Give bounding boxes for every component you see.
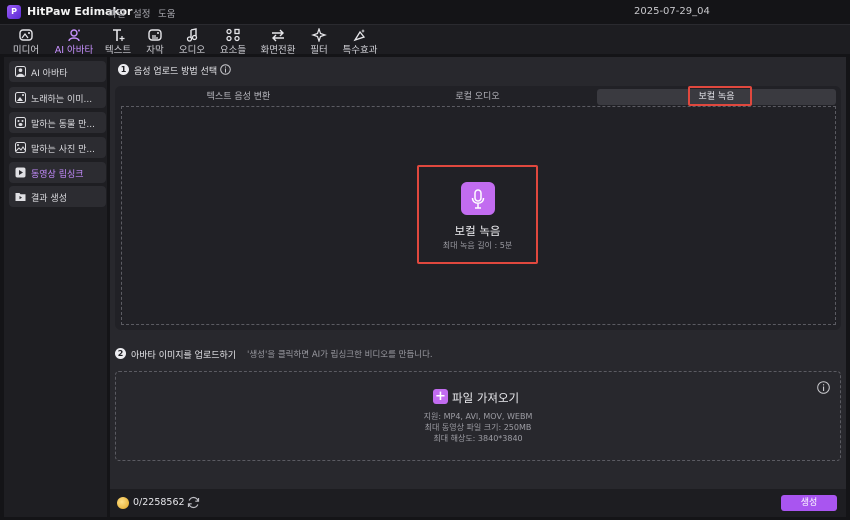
record-title: 보컬 녹음 xyxy=(454,224,501,238)
sidebar-item-label: 동영상 립싱크 xyxy=(31,170,84,180)
tab-effects-label: 특수효과 xyxy=(342,45,378,56)
step-2-title: 아바타 이미지를 업로드하기 xyxy=(131,351,237,361)
coin-icon xyxy=(117,497,129,509)
sidebar-item-label: AI 아바타 xyxy=(31,69,68,79)
sidebar-item-results[interactable]: 결과 생성 xyxy=(9,186,106,207)
talking-photo-icon xyxy=(15,142,26,153)
sidebar-item-ai-avatar[interactable]: AI 아바타 xyxy=(9,61,106,82)
elements-icon xyxy=(226,28,240,42)
project-name: 2025-07-29_04 xyxy=(634,6,710,17)
generate-button[interactable]: 생성 xyxy=(781,495,837,511)
sidebar-item-label: 말하는 사진 만... xyxy=(31,145,95,155)
media-icon xyxy=(19,29,33,41)
tab-media[interactable]: 미디어 xyxy=(2,25,50,56)
highlight-box xyxy=(688,86,752,106)
result-folder-icon xyxy=(15,193,26,201)
sidebar-item-label: 노래하는 이미... xyxy=(31,95,93,105)
audio-icon xyxy=(186,28,198,42)
sidebar-item-video-lipsync[interactable]: 동영상 립싱크 xyxy=(9,162,106,183)
ai-avatar-icon xyxy=(68,29,80,42)
tool-tabs: 미디어 AI 아바타 텍스트 자막 오디오 요소들 화면전환 필터 특수효과 xyxy=(0,24,850,56)
sidebar-item-talking-animal[interactable]: 말하는 동물 만... xyxy=(9,112,106,133)
record-button[interactable] xyxy=(461,182,495,215)
singing-image-icon xyxy=(15,92,26,103)
tab-ai-avatar-label: AI 아바타 xyxy=(54,45,94,56)
transition-icon xyxy=(272,29,284,42)
import-file-label[interactable]: 파일 가져오기 xyxy=(452,390,519,406)
bottom-bar xyxy=(110,489,846,517)
info-icon[interactable] xyxy=(220,64,231,75)
text-icon xyxy=(113,29,125,41)
tab-elements[interactable]: 요소들 xyxy=(209,25,257,56)
tab-text-to-speech[interactable]: 텍스트 음성 변환 xyxy=(120,89,357,105)
tab-media-label: 미디어 xyxy=(12,45,40,56)
microphone-icon xyxy=(471,189,485,209)
effects-icon xyxy=(353,29,366,42)
max-resolution: 최대 해상도: 3840*3840 xyxy=(433,434,523,443)
sidebar-item-label: 말하는 동물 만... xyxy=(31,120,95,130)
tab-effects[interactable]: 특수효과 xyxy=(335,25,385,56)
sidebar-item-singing-image[interactable]: 노래하는 이미... xyxy=(9,87,106,108)
sidebar-item-label: 결과 생성 xyxy=(31,194,67,204)
step-2-number: 2 xyxy=(115,348,126,359)
menu-file[interactable]: 파일 xyxy=(108,6,125,20)
step-2-hint: '생성'을 클릭하면 AI가 립싱크한 비디오를 만듭니다. xyxy=(247,350,433,360)
step-1-title: 음성 업로드 방법 선택 xyxy=(134,67,218,77)
menu-settings[interactable]: 설정 xyxy=(133,6,150,20)
filter-icon xyxy=(311,28,327,42)
max-file-size: 최대 동영상 파일 크기: 250MB xyxy=(424,423,532,432)
record-limit: 최대 녹음 길이 : 5분 xyxy=(442,241,513,250)
credits-count: 0/2258562 xyxy=(133,497,185,508)
avatar-icon xyxy=(15,66,26,77)
add-file-button[interactable]: + xyxy=(433,389,448,404)
sidebar-item-talking-photo[interactable]: 말하는 사진 만... xyxy=(9,137,106,158)
supported-formats: 지원: MP4, AVI, MOV, WEBM xyxy=(423,412,533,421)
tab-ai-avatar[interactable]: AI 아바타 xyxy=(48,25,100,56)
lipsync-icon xyxy=(15,167,26,178)
talking-animal-icon xyxy=(15,117,26,128)
refresh-icon[interactable] xyxy=(187,496,200,509)
tab-local-audio[interactable]: 로컬 오디오 xyxy=(358,89,597,105)
info-icon[interactable] xyxy=(817,381,830,394)
app-logo: P xyxy=(7,5,21,19)
tab-elements-label: 요소들 xyxy=(219,45,247,56)
menu-help[interactable]: 도움 xyxy=(158,6,175,20)
subtitle-icon xyxy=(148,29,162,41)
step-1-number: 1 xyxy=(118,64,129,75)
